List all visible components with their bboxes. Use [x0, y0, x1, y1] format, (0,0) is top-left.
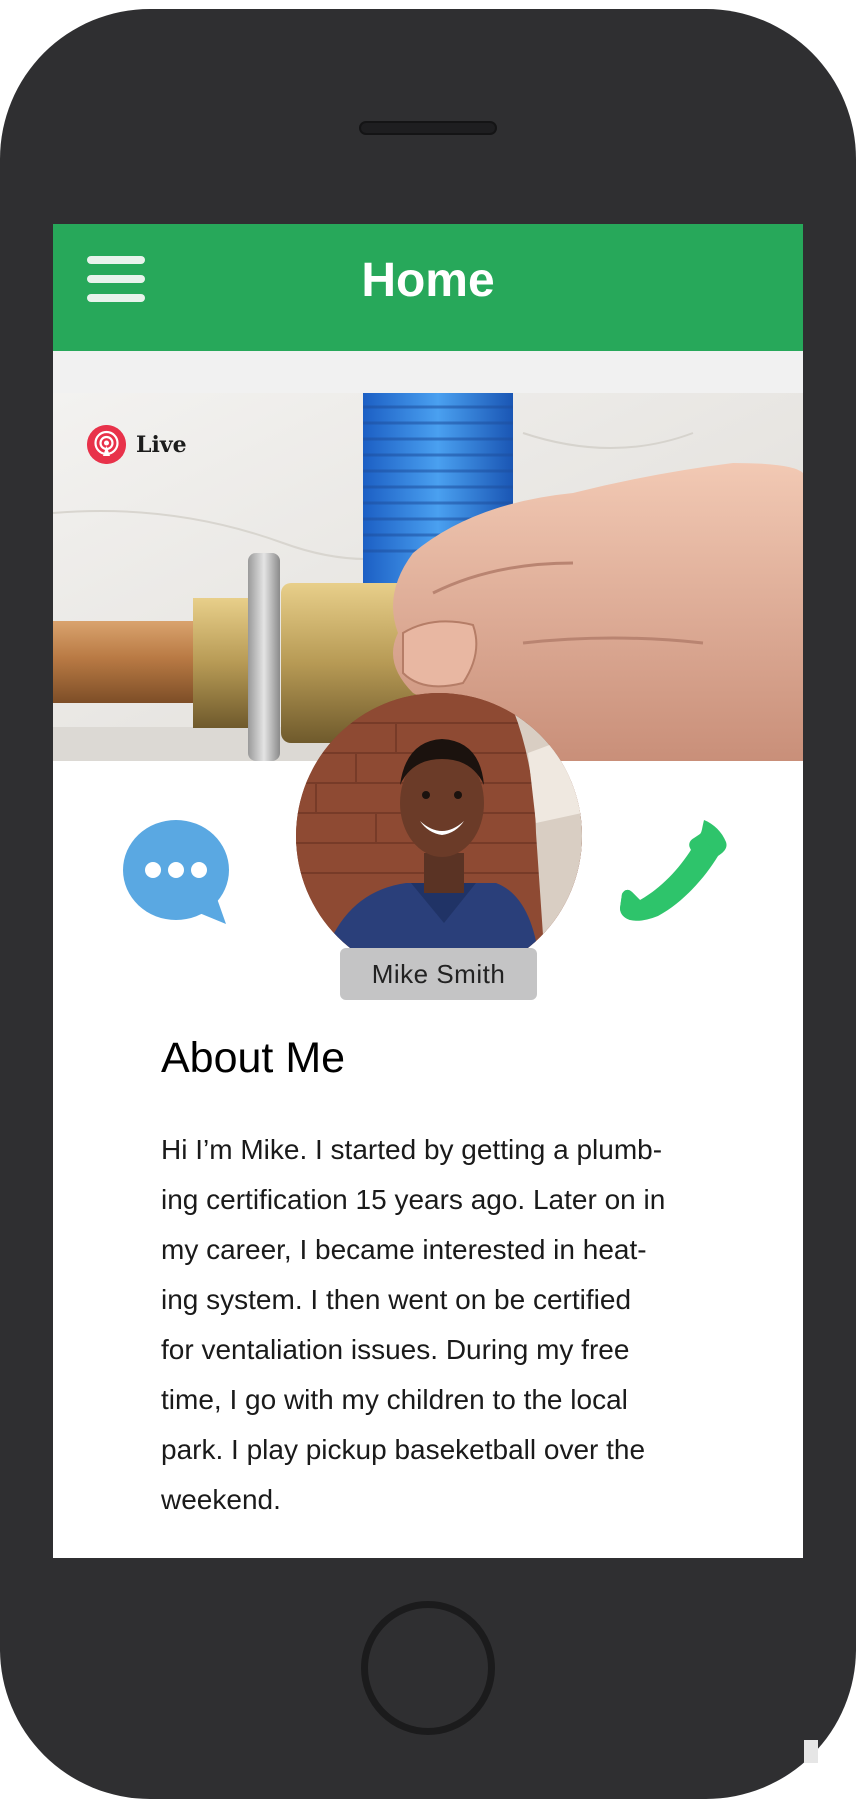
about-line: Hi I’m Mike. I started by getting a plum…: [161, 1134, 663, 1165]
about-line: park. I play pickup baseketball over the: [161, 1434, 646, 1465]
profile-name-tag: Mike Smith: [340, 948, 537, 1000]
profile-avatar[interactable]: [296, 693, 582, 979]
app-screen: Home Live Mike Smith About Me Hi I’m Mik…: [53, 224, 803, 1558]
broadcast-icon: [87, 425, 126, 464]
about-line: my career, I became interested in heat-: [161, 1234, 647, 1265]
about-line: time, I go with my children to the local: [161, 1384, 628, 1415]
about-line: ing certification 15 years ago. Later on…: [161, 1184, 666, 1215]
about-line: ing system. I then went on be certified: [161, 1284, 632, 1315]
profile-photo: [296, 693, 582, 979]
home-button[interactable]: [361, 1601, 495, 1735]
app-header: Home: [53, 224, 803, 351]
page-shadow: [804, 1740, 818, 1763]
about-line: for ventaliation issues. During my free: [161, 1334, 630, 1365]
about-me-text: Hi I’m Mike. I started by getting a plum…: [161, 1125, 721, 1525]
earpiece-speaker: [359, 121, 497, 135]
page-title: Home: [361, 254, 495, 307]
about-line: weekend.: [161, 1484, 281, 1515]
header-divider-band: [53, 351, 803, 393]
about-me-heading: About Me: [161, 1034, 346, 1082]
phone-icon[interactable]: [618, 818, 728, 928]
chat-bubble-icon[interactable]: [122, 820, 232, 928]
live-label: Live: [136, 432, 187, 458]
